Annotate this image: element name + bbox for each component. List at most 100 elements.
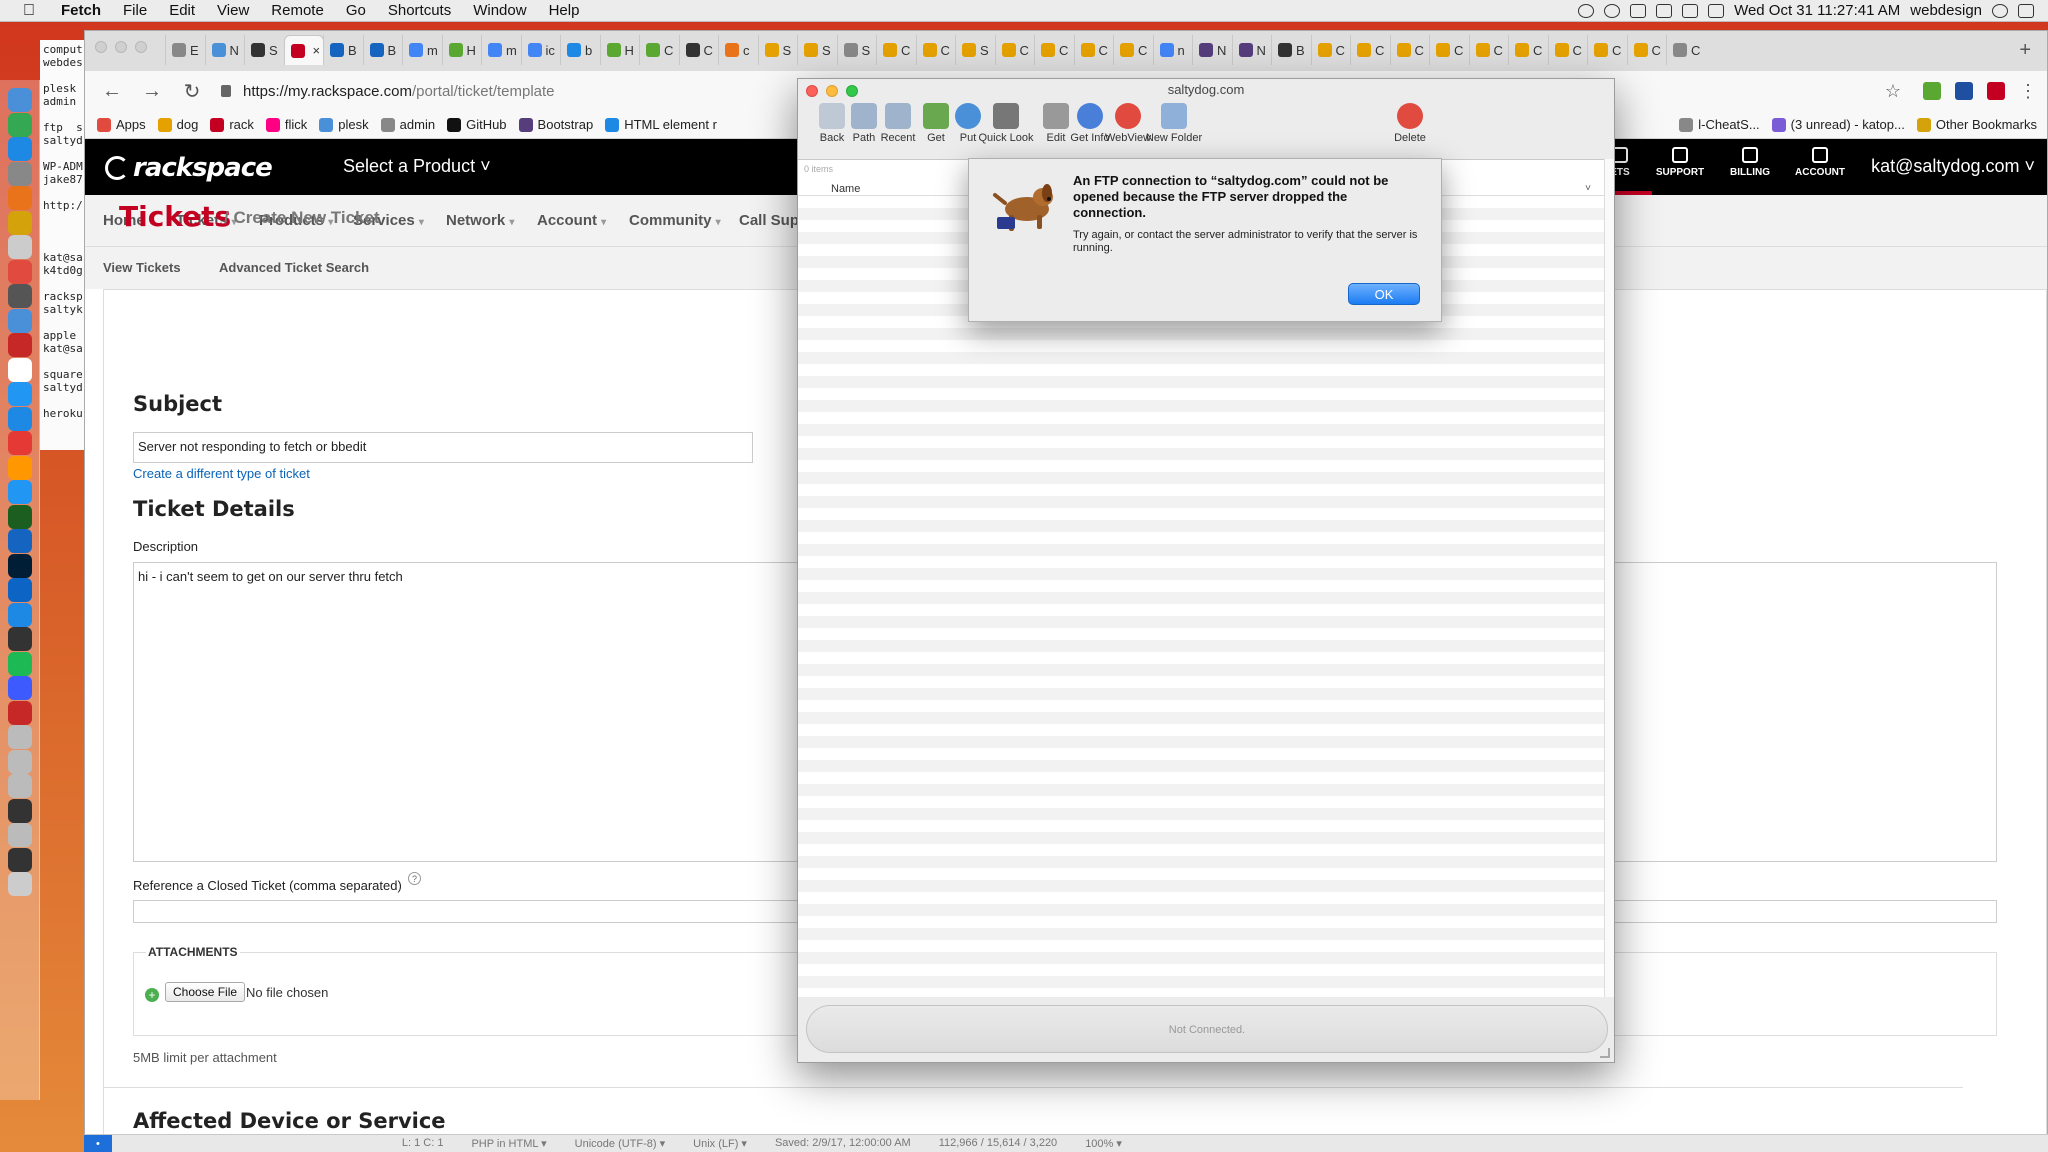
dock-app-icon[interactable]: [8, 725, 32, 749]
nav-billing[interactable]: BILLING: [1720, 147, 1780, 178]
browser-tab[interactable]: C: [876, 35, 916, 65]
reload-icon[interactable]: ↻: [179, 79, 205, 104]
dock-app-icon[interactable]: [8, 137, 32, 161]
dock-app-icon[interactable]: [8, 308, 32, 333]
dock-app-icon[interactable]: [8, 847, 32, 872]
dock-app-icon[interactable]: [8, 112, 32, 137]
dock-app-icon[interactable]: [8, 529, 32, 553]
dock-app-icon[interactable]: [8, 749, 32, 774]
status-bar-item[interactable]: L: 1 C: 1: [402, 1137, 444, 1150]
dock-app-icon[interactable]: [8, 823, 32, 847]
bookmark-item[interactable]: admin: [380, 117, 435, 132]
chrome-close-button[interactable]: [95, 41, 107, 53]
toolbar-new-folder-button[interactable]: New Folder: [1144, 103, 1204, 144]
help-icon[interactable]: ?: [408, 872, 421, 885]
browser-tab[interactable]: C: [1389, 35, 1430, 65]
dock-app-icon[interactable]: [8, 210, 32, 235]
browser-tab[interactable]: C: [1587, 35, 1627, 65]
eject-icon[interactable]: [1656, 3, 1673, 18]
dock-app-icon[interactable]: [8, 284, 32, 308]
subject-input[interactable]: Server not responding to fetch or bbedit: [133, 432, 753, 463]
menu-help[interactable]: Help: [538, 2, 591, 19]
dock-app-icon[interactable]: [8, 382, 32, 406]
status-bar-item[interactable]: PHP in HTML ▾: [471, 1137, 546, 1150]
nav-account[interactable]: ACCOUNT: [1790, 147, 1850, 178]
rackspace-logo[interactable]: rackspace: [105, 153, 273, 183]
browser-tab[interactable]: B: [362, 35, 403, 65]
browser-tab[interactable]: c: [718, 35, 758, 65]
bookmark-item[interactable]: HTML element r: [605, 117, 717, 132]
resize-grip-icon[interactable]: [1600, 1048, 1610, 1058]
browser-tab[interactable]: m: [402, 35, 442, 65]
bookmark-item[interactable]: rack: [210, 117, 254, 132]
menu-file[interactable]: File: [112, 2, 158, 19]
new-tab-button[interactable]: +: [2019, 39, 2031, 62]
browser-tab[interactable]: C: [1626, 35, 1667, 65]
status-bar-item[interactable]: 100% ▾: [1085, 1137, 1122, 1150]
fetch-scrollbar[interactable]: [1604, 159, 1614, 997]
browser-tab[interactable]: S: [797, 35, 837, 65]
dock-app-icon[interactable]: [8, 578, 32, 602]
subnav-view-tickets[interactable]: View Tickets: [103, 260, 181, 275]
dock-app-icon[interactable]: [8, 798, 32, 823]
fetch-close-button[interactable]: [806, 85, 818, 97]
browser-tab[interactable]: S: [244, 35, 284, 65]
apple-menu-icon[interactable]: : [20, 2, 38, 20]
nav-support[interactable]: SUPPORT: [1650, 147, 1710, 178]
close-tab-icon[interactable]: ×: [313, 43, 321, 58]
fetch-zoom-button[interactable]: [846, 85, 858, 97]
menu-shortcuts[interactable]: Shortcuts: [377, 2, 462, 19]
dock-app-icon[interactable]: [8, 774, 32, 798]
browser-tab[interactable]: m: [481, 35, 521, 65]
dock-app-icon[interactable]: [8, 259, 32, 284]
dock-app-icon[interactable]: [8, 553, 32, 578]
dock-app-icon[interactable]: [8, 88, 32, 112]
dock-app-icon[interactable]: [8, 627, 32, 651]
browser-tab[interactable]: S: [955, 35, 995, 65]
dock-app-icon[interactable]: [8, 186, 32, 210]
dock-app-icon[interactable]: [8, 676, 32, 700]
nav-account-menu[interactable]: Account ▾: [537, 212, 606, 229]
browser-tab[interactable]: n: [1152, 35, 1193, 65]
git-branch-badge[interactable]: •: [84, 1135, 112, 1152]
different-ticket-link[interactable]: Create a different type of ticket: [133, 466, 310, 481]
dock-app-icon[interactable]: [8, 651, 32, 676]
browser-tab[interactable]: S: [836, 35, 877, 65]
bookmark-star-icon[interactable]: ☆: [1885, 81, 1901, 102]
dock-app-icon[interactable]: [8, 700, 32, 725]
browser-tab[interactable]: b: [560, 35, 600, 65]
browser-tab[interactable]: ic: [520, 35, 561, 65]
browser-tab[interactable]: S: [757, 35, 798, 65]
user-menu[interactable]: kat@saltydog.com ˅: [1871, 156, 2035, 177]
nav-network-menu[interactable]: Network ▾: [446, 212, 514, 229]
subnav-advanced-search[interactable]: Advanced Ticket Search: [219, 260, 369, 275]
status-bar-item[interactable]: Unicode (UTF-8) ▾: [575, 1137, 665, 1150]
status-bar-item[interactable]: 112,966 / 15,614 / 3,220: [939, 1137, 1057, 1150]
dock-app-icon[interactable]: [8, 333, 32, 357]
bookmark-item[interactable]: GitHub: [447, 117, 507, 132]
bookmark-item[interactable]: l-CheatS...: [1679, 117, 1760, 132]
extension-zotero-icon[interactable]: [1955, 82, 1973, 100]
browser-tab[interactable]: C: [1547, 35, 1588, 65]
ok-button[interactable]: OK: [1348, 283, 1420, 305]
browser-tab[interactable]: C: [678, 35, 719, 65]
browser-tab[interactable]: C: [1034, 35, 1074, 65]
dock-app-icon[interactable]: [8, 872, 32, 896]
browser-tab[interactable]: C: [994, 35, 1035, 65]
back-icon[interactable]: ←: [99, 80, 125, 103]
browser-tab[interactable]: C: [915, 35, 956, 65]
menu-go[interactable]: Go: [335, 2, 377, 19]
chrome-menu-icon[interactable]: ⋮: [2019, 81, 2037, 102]
browser-tab[interactable]: C: [1073, 35, 1114, 65]
bookmark-item[interactable]: flick: [265, 117, 307, 132]
browser-tab[interactable]: C: [1113, 35, 1153, 65]
browser-tab[interactable]: C: [1666, 35, 1706, 65]
browser-tab[interactable]: N: [204, 35, 245, 65]
browser-tab[interactable]: E: [165, 35, 205, 65]
menu-window[interactable]: Window: [462, 2, 537, 19]
other-bookmarks[interactable]: Other Bookmarks: [1916, 117, 2037, 132]
dock-app-icon[interactable]: [8, 235, 32, 259]
dock-app-icon[interactable]: [8, 480, 32, 504]
bookmark-item[interactable]: (3 unread) - katop...: [1771, 117, 1905, 132]
nav-community-menu[interactable]: Community ▾: [629, 212, 721, 229]
